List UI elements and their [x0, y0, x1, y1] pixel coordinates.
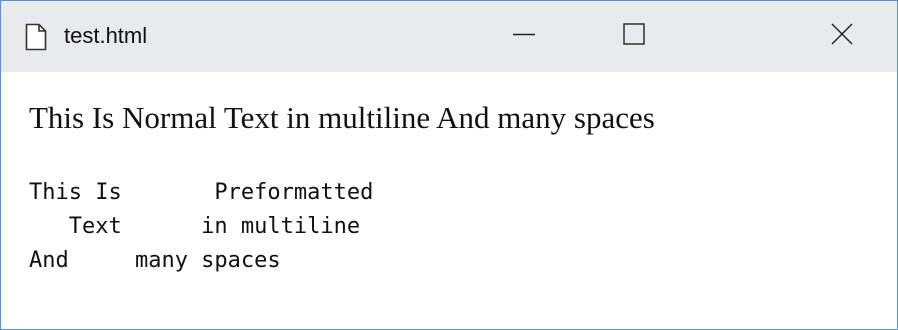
maximize-icon: [623, 23, 645, 50]
document-icon: [25, 23, 47, 51]
maximize-button[interactable]: [579, 1, 689, 72]
minimize-button[interactable]: [469, 1, 579, 72]
preformatted-block: This Is Preformatted Text in multiline A…: [29, 180, 374, 273]
page-content: This Is Normal Text in multiline And man…: [1, 72, 897, 329]
window-title: test.html: [64, 23, 148, 48]
minimize-icon: [513, 23, 535, 50]
normal-paragraph: This Is Normal Text in multiline And man…: [29, 100, 655, 135]
browser-window: test.html This Is Normal Text in multili…: [0, 0, 898, 330]
title-bar[interactable]: test.html: [1, 1, 897, 72]
close-button[interactable]: [787, 1, 897, 72]
close-icon: [831, 23, 853, 50]
